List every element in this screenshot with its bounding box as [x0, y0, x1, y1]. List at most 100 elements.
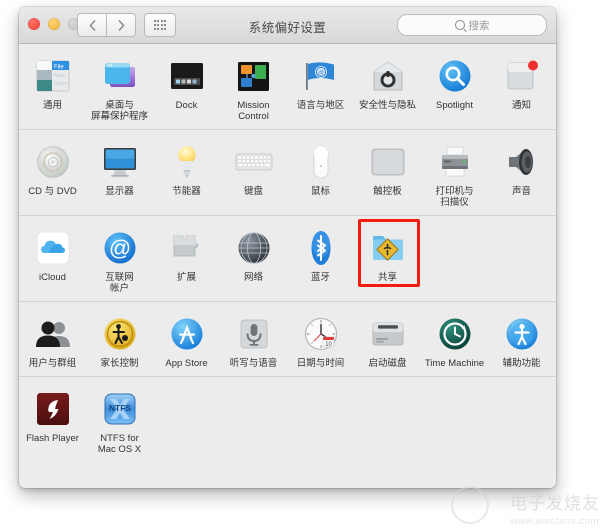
- pref-item-sound[interactable]: 声音: [488, 139, 555, 208]
- general-icon: File New Open: [33, 56, 73, 96]
- pref-label: 声音: [511, 186, 531, 197]
- pref-item-app-store[interactable]: App Store: [153, 311, 220, 369]
- pref-item-general[interactable]: File New Open 通用: [19, 53, 86, 122]
- pref-item-cd-dvd[interactable]: CD 与 DVD: [19, 139, 86, 208]
- pref-item-spotlight[interactable]: Spotlight: [421, 53, 488, 122]
- preferences-row-hardware: CD 与 DVD 显示器 节能器 键盘 鼠标 触控板 打印机与 扫描仪 声音: [19, 130, 556, 216]
- security-privacy-icon: [368, 56, 408, 96]
- preferences-grid: File New Open 通用 桌面与 屏幕保护程序 Dock Mission…: [19, 44, 556, 462]
- pref-label: Spotlight: [436, 100, 473, 111]
- pref-label: 触控板: [373, 186, 402, 197]
- notifications-icon: [502, 56, 542, 96]
- pref-label: 鼠标: [310, 186, 330, 197]
- svg-text:10: 10: [325, 342, 332, 348]
- search-icon: [454, 20, 465, 30]
- internet-accounts-icon: @: [100, 228, 140, 268]
- spotlight-icon: [435, 56, 475, 96]
- pref-label: 键盘: [243, 186, 263, 197]
- preferences-row-system: 用户与群组 家长控制 App Store 听写与语音 10 日期与时间 启动磁盘…: [19, 302, 556, 377]
- app-store-icon: [167, 314, 207, 354]
- pref-item-ntfs-for-mac[interactable]: NTFS NTFS for Mac OS X: [86, 386, 153, 455]
- trackpad-icon: [368, 142, 408, 182]
- pref-item-internet-accounts[interactable]: @ 互联网 帐户: [86, 225, 153, 294]
- window-titlebar: 系统偏好设置 搜索: [19, 7, 556, 44]
- displays-icon: [100, 142, 140, 182]
- search-field[interactable]: 搜索: [397, 14, 547, 36]
- pref-label: Mission Control: [237, 100, 270, 122]
- dock-icon: [167, 56, 207, 96]
- pref-label: 日期与时间: [296, 358, 345, 369]
- parental-controls-icon: [100, 314, 140, 354]
- desktop-screensaver-icon: [100, 56, 140, 96]
- pref-item-displays[interactable]: 显示器: [86, 139, 153, 208]
- pref-item-startup-disk[interactable]: 启动磁盘: [354, 311, 421, 369]
- watermark-text: 电子发烧友: [510, 494, 600, 514]
- screenshot-root: 系统偏好设置 搜索 File New Open 通用 桌面与 屏幕保护程序 Do…: [0, 0, 610, 532]
- pref-label: App Store: [165, 358, 208, 369]
- pref-label: 共享: [377, 272, 397, 283]
- preferences-row-third-party: Flash Player NTFS NTFS for Mac OS X: [19, 377, 556, 462]
- pref-label: 辅助功能: [502, 358, 541, 369]
- pref-item-time-machine[interactable]: Time Machine: [421, 311, 488, 369]
- svg-text:File: File: [54, 65, 64, 71]
- search-placeholder: 搜索: [468, 19, 490, 32]
- mission-control-icon: [234, 56, 274, 96]
- network-icon: [234, 228, 274, 268]
- pref-item-flash-player[interactable]: Flash Player: [19, 386, 86, 455]
- pref-label: 用户与群组: [28, 358, 77, 369]
- svg-text:@: @: [108, 236, 130, 261]
- pref-item-trackpad[interactable]: 触控板: [354, 139, 421, 208]
- sound-icon: [502, 142, 542, 182]
- dictation-speech-icon: [234, 314, 274, 354]
- icloud-icon: [33, 228, 73, 268]
- pref-item-mission-control[interactable]: Mission Control: [220, 53, 287, 122]
- pref-label: 通用: [42, 100, 62, 111]
- pref-item-notifications[interactable]: 通知: [488, 53, 555, 122]
- watermark-logo-icon: [451, 486, 489, 524]
- pref-label: 扩展: [176, 272, 196, 283]
- pref-item-extensions[interactable]: 扩展: [153, 225, 220, 294]
- pref-item-energy-saver[interactable]: 节能器: [153, 139, 220, 208]
- accessibility-icon: [502, 314, 542, 354]
- users-groups-icon: [33, 314, 73, 354]
- preferences-row-internet: iCloud @ 互联网 帐户 扩展 网络 蓝牙 共享: [19, 216, 556, 302]
- time-machine-icon: [435, 314, 475, 354]
- pref-label: 家长控制: [100, 358, 139, 369]
- svg-text:New: New: [54, 73, 65, 79]
- sharing-icon: [368, 228, 408, 268]
- pref-item-accessibility[interactable]: 辅助功能: [488, 311, 555, 369]
- pref-item-mouse[interactable]: 鼠标: [287, 139, 354, 208]
- pref-label: 安全性与隐私: [358, 100, 416, 111]
- svg-text:NTFS: NTFS: [108, 403, 131, 413]
- mouse-icon: [301, 142, 341, 182]
- pref-item-dictation-speech[interactable]: 听写与语音: [220, 311, 287, 369]
- pref-label: 语言与地区: [296, 100, 345, 111]
- pref-item-keyboard[interactable]: 键盘: [220, 139, 287, 208]
- pref-item-icloud[interactable]: iCloud: [19, 225, 86, 294]
- ntfs-for-mac-icon: NTFS: [100, 389, 140, 429]
- pref-label: CD 与 DVD: [28, 186, 77, 197]
- pref-item-users-groups[interactable]: 用户与群组: [19, 311, 86, 369]
- pref-label: 启动磁盘: [368, 358, 407, 369]
- svg-text:@: @: [317, 71, 323, 77]
- pref-item-parental-controls[interactable]: 家长控制: [86, 311, 153, 369]
- pref-item-sharing[interactable]: 共享: [354, 225, 421, 294]
- svg-text:Open: Open: [54, 81, 67, 87]
- pref-label: Dock: [175, 100, 198, 111]
- pref-item-printers-scanners[interactable]: 打印机与 扫描仪: [421, 139, 488, 208]
- pref-label: 通知: [511, 100, 531, 111]
- pref-item-dock[interactable]: Dock: [153, 53, 220, 122]
- pref-item-desktop-screensaver[interactable]: 桌面与 屏幕保护程序: [86, 53, 153, 122]
- keyboard-icon: [234, 142, 274, 182]
- bluetooth-icon: [301, 228, 341, 268]
- pref-item-bluetooth[interactable]: 蓝牙: [287, 225, 354, 294]
- pref-label: 桌面与 屏幕保护程序: [90, 100, 148, 122]
- pref-item-security-privacy[interactable]: 安全性与隐私: [354, 53, 421, 122]
- pref-label: iCloud: [39, 272, 66, 283]
- cd-dvd-icon: [33, 142, 73, 182]
- pref-item-network[interactable]: 网络: [220, 225, 287, 294]
- pref-item-language-region[interactable]: @ 语言与地区: [287, 53, 354, 122]
- pref-label: 网络: [243, 272, 263, 283]
- flash-player-icon: [33, 389, 73, 429]
- pref-item-date-time[interactable]: 10 日期与时间: [287, 311, 354, 369]
